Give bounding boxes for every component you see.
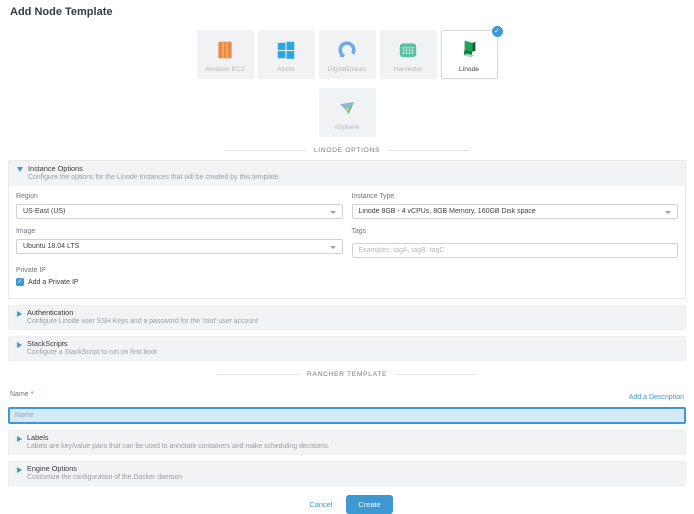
provider-tiles-row-1: Amazon EC2 Azure DigitalOcean [0,30,694,79]
engine-options-section[interactable]: Engine Options Customize the configurati… [8,461,686,486]
page-title: Add Node Template [10,6,694,19]
provider-tiles-row-2: vSphere [0,88,694,137]
private-ip-checkbox-label: Add a Private IP [28,279,79,286]
image-value: Ubuntu 18.04 LTS [23,243,79,250]
cancel-button[interactable]: Cancel [301,496,340,513]
provider-tile-label: DigitalOcean [320,66,375,73]
section-description: Configure Linode user SSH Keys and a pas… [27,317,258,326]
provider-tile-vsphere[interactable]: vSphere [319,88,376,137]
provider-tile-amazon-ec2[interactable]: Amazon EC2 [197,30,254,79]
name-input-wrap [8,404,686,424]
authentication-section[interactable]: Authentication Configure Linode user SSH… [8,305,686,330]
linode-options-divider: LINODE OPTIONS [0,145,694,155]
stackscripts-section[interactable]: StackScripts Configure a StackScript to … [8,336,686,361]
section-description: Labels are key/value pairs that can be u… [27,442,330,451]
provider-tile-label: Linode [442,66,497,73]
section-description: Configure a StackScript to run on first … [27,348,157,357]
digitalocean-icon [336,39,358,61]
required-marker: * [31,391,34,398]
private-ip-checkbox[interactable]: ✓ [16,278,24,286]
divider-line [224,150,306,151]
provider-tile-digitalocean[interactable]: DigitalOcean [319,30,376,79]
section-title: Authentication [27,308,258,317]
footer-actions: Cancel Create [0,495,694,514]
name-input[interactable] [8,407,686,424]
vsphere-icon [336,97,358,119]
name-label: Name [10,391,29,398]
rancher-template-divider: RANCHER TEMPLATE [0,369,694,379]
region-field: Region US-East (US) [16,193,343,219]
private-ip-field: Private IP ✓ Add a Private IP [16,267,678,286]
region-label: Region [16,193,343,201]
amazon-ec2-icon [214,39,236,61]
private-ip-label: Private IP [16,267,678,275]
linode-options-heading: LINODE OPTIONS [314,147,380,154]
selected-check-icon: ✓ [492,26,503,37]
region-select[interactable]: US-East (US) [16,204,343,219]
instance-type-field: Instance Type Linode 8GB - 4 vCPUs, 8GB … [352,193,679,219]
azure-icon [275,39,297,61]
instance-type-label: Instance Type [352,193,679,201]
triangle-down-icon [17,167,23,172]
image-label: Image [16,228,343,236]
section-title: StackScripts [27,339,157,348]
private-ip-checkbox-row[interactable]: ✓ Add a Private IP [16,278,678,286]
rancher-template-heading: RANCHER TEMPLATE [307,371,387,378]
instance-options-section: Instance Options Configure the options f… [8,160,686,299]
provider-tile-label: vSphere [320,124,375,131]
tags-field: Tags [352,228,679,258]
instance-options-body: Region US-East (US) Instance Type Linode… [9,186,685,298]
triangle-right-icon [17,467,22,473]
provider-tile-azure[interactable]: Azure [258,30,315,79]
section-description: Configure the options for the Linode Ins… [28,173,280,182]
triangle-right-icon [17,436,22,442]
add-description-link[interactable]: Add a Description [629,394,684,401]
divider-line [388,150,470,151]
chevron-down-icon [330,211,336,214]
section-description: Customize the configuration of the Docke… [27,473,182,482]
provider-tile-label: Amazon EC2 [198,66,253,73]
image-field: Image Ubuntu 18.04 LTS [16,228,343,258]
provider-tile-label: Azure [259,66,314,73]
section-title: Labels [27,433,330,442]
section-title: Engine Options [27,464,182,473]
instance-type-select[interactable]: Linode 8GB - 4 vCPUs, 8GB Memory, 160GB … [352,204,679,219]
divider-line [217,374,299,375]
provider-tile-label: Harvester [381,66,436,73]
linode-icon [458,39,480,61]
divider-line [395,374,477,375]
harvester-icon [397,39,419,61]
triangle-right-icon [17,342,22,348]
name-field-row: Name* Add a Description [10,383,684,401]
chevron-down-icon [665,211,671,214]
add-node-template-page: Add Node Template Amazon EC2 Azure [0,6,694,462]
create-button[interactable]: Create [346,495,392,514]
tags-input[interactable] [352,243,679,258]
provider-tile-linode[interactable]: ✓ Linode [441,30,498,79]
section-title: Instance Options [28,164,280,173]
labels-section[interactable]: Labels Labels are key/value pairs that c… [8,430,686,455]
region-value: US-East (US) [23,208,65,215]
instance-type-value: Linode 8GB - 4 vCPUs, 8GB Memory, 160GB … [359,208,536,215]
provider-tile-harvester[interactable]: Harvester [380,30,437,79]
triangle-right-icon [17,311,22,317]
chevron-down-icon [330,246,336,249]
tags-label: Tags [352,228,679,236]
image-select[interactable]: Ubuntu 18.04 LTS [16,239,343,254]
instance-options-header[interactable]: Instance Options Configure the options f… [9,161,685,186]
